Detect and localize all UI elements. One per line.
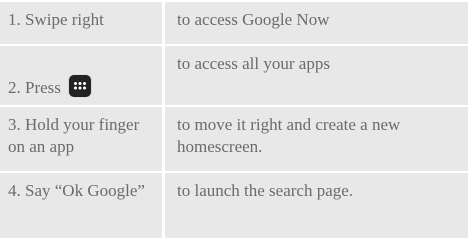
action-text: to launch the search page. [177,181,354,201]
step-cell: 3. Hold your finger on an app [0,105,165,174]
instructions-table: 1. Swipe right to access Google Now 2. P… [0,0,468,240]
action-text: to access Google Now [177,10,330,29]
step-cell: 2. Press [0,43,165,108]
table-row: 2. Press to access all your apps [0,43,468,108]
app-drawer-icon-glyph [74,82,87,90]
step-label: 3. Hold your finger on an app [8,115,140,157]
step-label: 4. Say “Ok Google” [8,181,145,201]
action-cell: to launch the search page. [163,171,468,240]
table-row: 3. Hold your finger on an app to move it… [0,105,468,174]
action-text: to move it right and create a new homesc… [177,115,401,157]
step-label: 2. Press [8,78,61,98]
action-cell: to access all your apps [163,43,468,108]
app-drawer-icon [68,74,93,99]
step-cell: 1. Swipe right [0,0,165,46]
action-cell: to move it right and create a new homesc… [163,105,468,174]
step-cell: 4. Say “Ok Google” [0,171,165,240]
action-text: to access all your apps [177,53,330,73]
action-cell: to access Google Now [163,0,468,46]
table-row: 1. Swipe right to access Google Now [0,0,468,46]
table-row: 4. Say “Ok Google” to launch the search … [0,171,468,240]
step-label: 1. Swipe right [8,10,104,29]
